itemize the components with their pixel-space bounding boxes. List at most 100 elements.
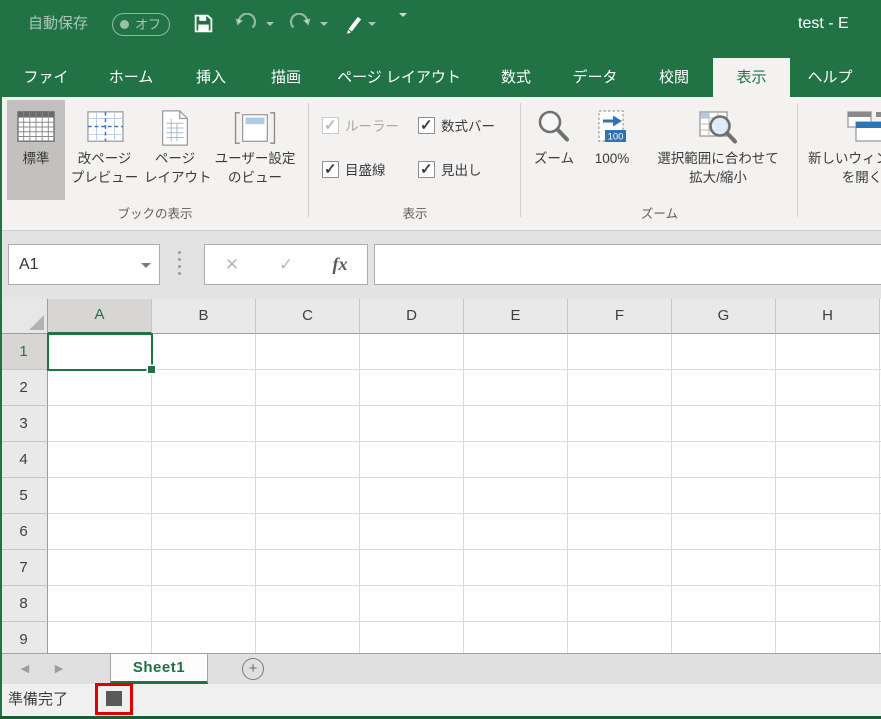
enter-icon[interactable]: ✓ (259, 255, 313, 275)
touch-ink-icon (343, 13, 365, 35)
zoom-button[interactable]: ズーム (528, 100, 580, 200)
select-all-triangle-icon (29, 315, 44, 330)
tab-file[interactable]: ファイル (18, 58, 74, 97)
sheet-nav-right-icon[interactable]: ▶ (50, 654, 68, 684)
row-header-8[interactable]: 8 (0, 586, 48, 622)
checkbox-box-icon: ✓ (322, 117, 339, 134)
window-left-border (0, 97, 2, 716)
column-header-d[interactable]: D (360, 299, 464, 334)
autosave-toggle[interactable]: オフ (112, 13, 170, 36)
column-header-c[interactable]: C (256, 299, 360, 334)
row-header-6[interactable]: 6 (0, 514, 48, 550)
zoom-100-button[interactable]: 100 100% (584, 100, 640, 200)
tab-home[interactable]: ホーム (100, 58, 162, 97)
tab-view[interactable]: 表示 (713, 58, 790, 97)
tab-data[interactable]: データ (566, 58, 624, 97)
row-header-2[interactable]: 2 (0, 370, 48, 406)
tab-draw[interactable]: 描画 (260, 58, 312, 97)
formula-bar: A1 ✕ ✓ fx (0, 231, 881, 299)
name-box[interactable]: A1 (8, 244, 160, 285)
window-title: test - E (798, 0, 849, 48)
save-button[interactable] (193, 13, 215, 35)
autosave-state: オフ (135, 14, 161, 35)
insert-function-icon[interactable]: fx (313, 254, 367, 275)
tab-help[interactable]: ヘルプ (801, 58, 859, 97)
tab-page-layout[interactable]: ページ レイアウト (334, 58, 464, 97)
redo-icon (289, 13, 313, 35)
tab-formulas[interactable]: 数式 (491, 58, 541, 97)
tab-insert[interactable]: 挿入 (186, 58, 236, 97)
page-layout-view-icon (144, 109, 206, 149)
overflow-caret-icon (399, 13, 407, 34)
name-box-value: A1 (19, 245, 39, 284)
page-break-preview-icon (66, 109, 143, 149)
column-header-b[interactable]: B (152, 299, 256, 334)
zoom-to-selection-button[interactable]: 選択範囲に合わせて 拡大/縮小 (642, 100, 794, 200)
excel-window: 自動保存 オフ (0, 0, 881, 719)
custom-views-button[interactable]: ユーザー設定 のビュー (208, 100, 302, 200)
checkbox-box-icon: ✓ (418, 161, 435, 178)
checkbox-gridlines[interactable]: ✓ 目盛線 (322, 159, 386, 179)
normal-view-icon (7, 109, 65, 149)
column-header-e[interactable]: E (464, 299, 568, 334)
title-bar: 自動保存 オフ (0, 0, 881, 48)
tab-review[interactable]: 校閲 (648, 58, 700, 97)
ink-dropdown-caret-icon[interactable] (368, 22, 376, 26)
group-separator (520, 103, 521, 217)
row-headers: 1 2 3 4 5 6 7 8 9 (0, 334, 48, 653)
column-headers: A B C D E F G H (48, 299, 880, 334)
checkbox-ruler[interactable]: ✓ ルーラー (322, 115, 399, 135)
group-separator (308, 103, 309, 217)
custom-views-icon (208, 109, 302, 149)
checkmark-icon: ✓ (324, 160, 337, 178)
undo-dropdown-caret-icon[interactable] (266, 22, 274, 26)
row-header-1[interactable]: 1 (0, 334, 48, 370)
row-header-7[interactable]: 7 (0, 550, 48, 586)
ink-button[interactable] (343, 13, 365, 35)
new-window-button[interactable]: 新しいウィンドウ を開く (802, 100, 881, 200)
fill-handle[interactable] (148, 366, 155, 373)
normal-view-button[interactable]: 標準 (7, 100, 65, 200)
sheet-tab-sheet1[interactable]: Sheet1 (110, 654, 208, 684)
undo-button[interactable] (233, 13, 255, 35)
formula-input[interactable] (374, 244, 881, 285)
checkbox-box-icon: ✓ (418, 117, 435, 134)
redo-button[interactable] (289, 13, 311, 35)
group-label-show: 表示 (310, 203, 520, 222)
row-header-3[interactable]: 3 (0, 406, 48, 442)
save-icon (193, 13, 214, 34)
checkmark-icon: ✓ (324, 116, 337, 134)
checkbox-formula-bar[interactable]: ✓ 数式バー (418, 115, 495, 135)
column-header-g[interactable]: G (672, 299, 776, 334)
status-mode-text: 準備完了 (8, 684, 68, 716)
row-header-4[interactable]: 4 (0, 442, 48, 478)
row-header-5[interactable]: 5 (0, 478, 48, 514)
column-header-h[interactable]: H (776, 299, 880, 334)
red-annotation-box (95, 683, 133, 715)
checkmark-icon: ✓ (420, 116, 433, 134)
ribbon-tab-row: ファイル ホーム 挿入 描画 ページ レイアウト 数式 データ 校閲 表示 ヘル… (0, 48, 881, 97)
new-window-icon (802, 109, 881, 149)
cancel-icon[interactable]: ✕ (205, 255, 259, 275)
sheet-tab-bar: ◀ ▶ Sheet1 + (0, 653, 881, 684)
sheet-nav-left-icon[interactable]: ◀ (16, 654, 34, 684)
column-header-f[interactable]: F (568, 299, 672, 334)
column-header-a[interactable]: A (48, 299, 152, 334)
select-all-button[interactable] (0, 299, 48, 334)
cells-area[interactable] (48, 334, 881, 653)
checkbox-headings[interactable]: ✓ 見出し (418, 159, 482, 179)
selected-cell-a1[interactable] (47, 333, 153, 371)
group-label-workbook-views: ブックの表示 (2, 203, 308, 222)
page-break-preview-button[interactable]: 改ページ プレビュー (66, 100, 143, 200)
formula-buttons: ✕ ✓ fx (204, 244, 368, 285)
checkmark-icon: ✓ (420, 160, 433, 178)
row-header-9[interactable]: 9 (0, 622, 48, 653)
formula-bar-resize-handle[interactable] (178, 251, 181, 275)
page-layout-view-button[interactable]: ページ レイアウト (144, 100, 206, 200)
group-separator (797, 103, 798, 217)
name-box-dropdown-icon[interactable] (141, 263, 151, 268)
quick-access-overflow-button[interactable] (398, 17, 409, 35)
add-sheet-button[interactable]: + (242, 658, 264, 680)
autosave-toggle-knob-icon (120, 20, 129, 29)
redo-dropdown-caret-icon[interactable] (320, 22, 328, 26)
